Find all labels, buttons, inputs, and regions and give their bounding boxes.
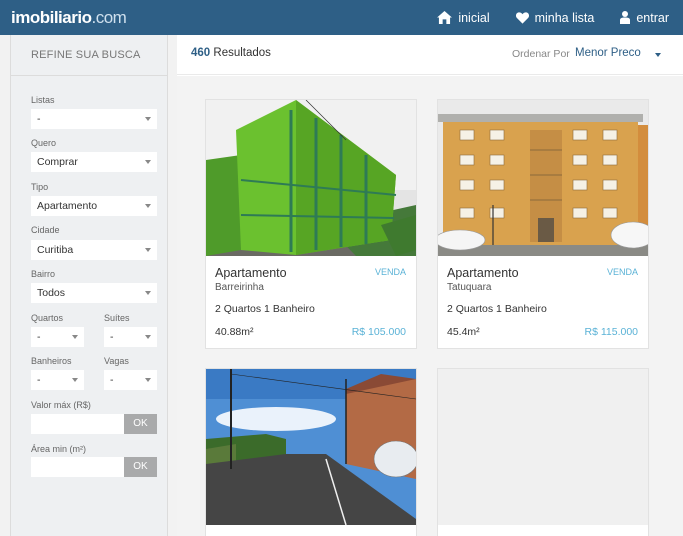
listing-tag: VENDA bbox=[374, 267, 406, 277]
order-by-select[interactable]: Menor Preco bbox=[575, 47, 641, 59]
rooms-label: Quartos bbox=[223, 303, 262, 315]
chevron-down-icon bbox=[145, 291, 151, 295]
chevron-down-icon[interactable] bbox=[655, 53, 661, 57]
bairro-select[interactable]: Todos bbox=[31, 283, 157, 303]
listing-type: Apartamento bbox=[447, 266, 519, 280]
bairro-value: Todos bbox=[37, 287, 66, 299]
listing-grid: Apartamento VENDA Barreirinha 2 Quartos … bbox=[177, 76, 683, 536]
main-nav: inicial minha lista entrar bbox=[437, 0, 669, 35]
results-number: 460 bbox=[191, 47, 211, 59]
suites-value: - bbox=[110, 331, 114, 343]
vagas-value: - bbox=[110, 374, 114, 386]
listas-label: Listas bbox=[31, 95, 55, 105]
listing-card[interactable]: Apartamento VENDA Barreirinha 2 Quartos … bbox=[205, 99, 417, 349]
banheiros-label: Banheiros bbox=[31, 356, 72, 366]
order-by-label: Ordenar Por bbox=[512, 48, 570, 60]
listing-photo-placeholder bbox=[438, 369, 648, 525]
area-min-input[interactable] bbox=[31, 457, 124, 477]
home-icon bbox=[437, 11, 453, 24]
chevron-down-icon bbox=[145, 378, 151, 382]
tipo-select[interactable]: Apartamento bbox=[31, 196, 157, 216]
quartos-label: Quartos bbox=[31, 313, 64, 323]
area-min-ok-button[interactable]: OK bbox=[124, 457, 157, 477]
nav-inicial-label: inicial bbox=[458, 10, 490, 25]
listing-area: 45.4m² bbox=[447, 326, 480, 338]
chevron-down-icon bbox=[145, 204, 151, 208]
listing-price: R$ 115.000 bbox=[584, 326, 638, 338]
results-label: Resultados bbox=[213, 47, 271, 59]
listas-value: - bbox=[37, 113, 41, 125]
banheiros-select[interactable]: - bbox=[31, 370, 84, 390]
results-toolbar: 460 Resultados Ordenar Por Menor Preco bbox=[177, 35, 683, 75]
listing-rooms: 2 Quartos 1 Banheiro bbox=[215, 303, 315, 315]
nav-entrar[interactable]: entrar bbox=[620, 11, 669, 25]
listing-card[interactable] bbox=[205, 368, 417, 536]
listing-photo[interactable] bbox=[206, 100, 416, 256]
listing-card[interactable]: Apartamento VENDA Tatuquara 2 Quartos 1 … bbox=[437, 99, 649, 349]
chevron-down-icon bbox=[145, 335, 151, 339]
suites-select[interactable]: - bbox=[104, 327, 157, 347]
listing-neighborhood: Barreirinha bbox=[215, 282, 264, 293]
baths-label: Banheiro bbox=[504, 303, 547, 315]
vagas-label: Vagas bbox=[104, 356, 129, 366]
chevron-down-icon bbox=[145, 160, 151, 164]
top-navbar: imobiliario.com inicial minha lista entr… bbox=[0, 0, 683, 35]
listing-price: R$ 105.000 bbox=[351, 326, 406, 338]
quero-label: Quero bbox=[31, 138, 57, 148]
quartos-value: - bbox=[37, 331, 41, 343]
valor-max-ok-button[interactable]: OK bbox=[124, 414, 157, 434]
chevron-down-icon bbox=[72, 335, 78, 339]
results-count: 460 Resultados bbox=[191, 47, 271, 59]
listing-photo[interactable] bbox=[438, 100, 648, 256]
listing-area: 40.88m² bbox=[215, 326, 254, 338]
chevron-down-icon bbox=[145, 248, 151, 252]
listing-type: Apartamento bbox=[215, 266, 287, 280]
cidade-label: Cidade bbox=[31, 225, 60, 235]
logo-suffix: .com bbox=[91, 8, 127, 27]
nav-minha-lista-label: minha lista bbox=[534, 10, 595, 25]
rooms-count: 2 bbox=[447, 303, 453, 315]
valor-max-input[interactable] bbox=[31, 414, 124, 434]
chevron-down-icon bbox=[145, 117, 151, 121]
listing-neighborhood: Tatuquara bbox=[447, 282, 492, 293]
listas-select[interactable]: - bbox=[31, 109, 157, 129]
heart-icon bbox=[515, 11, 529, 24]
listing-rooms: 2 Quartos 1 Banheiro bbox=[447, 303, 547, 315]
area-min-label: Área min (m²) bbox=[31, 444, 87, 454]
cidade-value: Curitiba bbox=[37, 244, 74, 256]
tipo-value: Apartamento bbox=[37, 200, 98, 212]
baths-label: Banheiro bbox=[272, 303, 315, 315]
user-icon bbox=[620, 11, 631, 24]
listing-tag: VENDA bbox=[606, 267, 638, 277]
baths-count: 1 bbox=[264, 303, 270, 315]
quero-value: Comprar bbox=[37, 156, 78, 168]
bairro-label: Bairro bbox=[31, 269, 56, 279]
results-panel: 460 Resultados Ordenar Por Menor Preco A… bbox=[177, 35, 683, 536]
cidade-select[interactable]: Curitiba bbox=[31, 240, 157, 260]
vagas-select[interactable]: - bbox=[104, 370, 157, 390]
baths-count: 1 bbox=[496, 303, 502, 315]
quero-select[interactable]: Comprar bbox=[31, 152, 157, 172]
site-logo[interactable]: imobiliario.com bbox=[11, 8, 127, 28]
banheiros-value: - bbox=[37, 374, 41, 386]
rooms-label: Quartos bbox=[455, 303, 494, 315]
logo-main: imobiliario bbox=[11, 8, 92, 27]
rooms-count: 2 bbox=[215, 303, 221, 315]
quartos-select[interactable]: - bbox=[31, 327, 84, 347]
nav-minha-lista[interactable]: minha lista bbox=[515, 10, 595, 25]
suites-label: Suítes bbox=[104, 313, 130, 323]
sidebar-title: REFINE SUA BUSCA bbox=[11, 35, 167, 76]
nav-entrar-label: entrar bbox=[636, 10, 669, 25]
tipo-label: Tipo bbox=[31, 182, 49, 192]
nav-inicial[interactable]: inicial bbox=[437, 10, 490, 25]
valor-max-label: Valor máx (R$) bbox=[31, 400, 91, 410]
filter-sidebar: REFINE SUA BUSCA Listas - Quero Comprar … bbox=[10, 35, 168, 536]
chevron-down-icon bbox=[72, 378, 78, 382]
listing-photo[interactable] bbox=[206, 369, 416, 525]
listing-card[interactable] bbox=[437, 368, 649, 536]
